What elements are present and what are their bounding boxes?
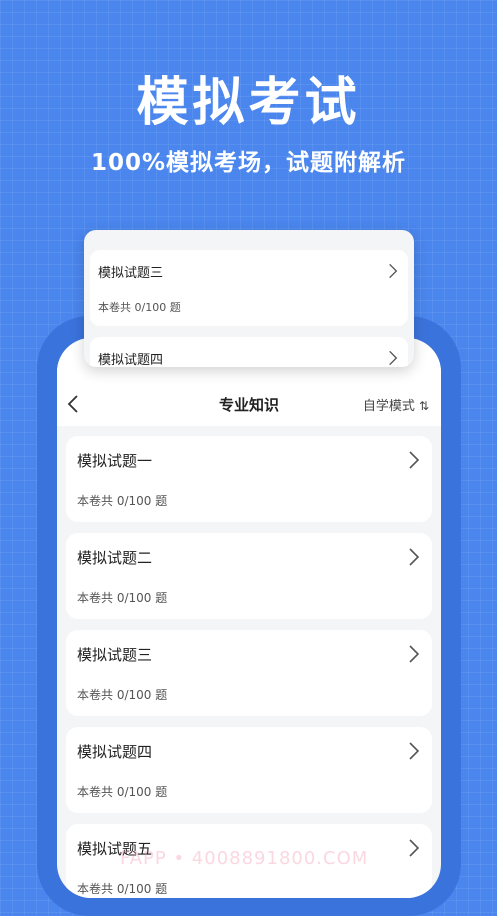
exam-item-3[interactable]: 模拟试题三 本卷共 0/100 题 xyxy=(66,630,432,716)
exam-item-count: 本卷共 0/100 题 xyxy=(98,301,181,314)
hero-title: 模拟考试 xyxy=(136,73,361,133)
zoom-popup: 模拟试题三 本卷共 0/100 题 模拟试题四 xyxy=(84,230,414,367)
exam-item-1[interactable]: 模拟试题一 本卷共 0/100 题 xyxy=(66,436,432,522)
chevron-right-icon xyxy=(409,451,420,469)
exam-item-count: 本卷共 0/100 题 xyxy=(77,785,168,799)
mode-label: 自学模式 xyxy=(362,399,415,414)
exam-item-2[interactable]: 模拟试题二 本卷共 0/100 题 xyxy=(66,533,432,619)
popup-exam-item-3[interactable]: 模拟试题三 本卷共 0/100 题 xyxy=(90,250,408,326)
phone-screen: 专业知识 自学模式 ⇅ 模拟试题一 本卷共 0/100 题 模拟试题二 本卷共 0… xyxy=(57,338,441,898)
exam-item-title: 模拟试题四 xyxy=(77,743,153,761)
chevron-right-icon xyxy=(409,742,420,760)
exam-item-title: 模拟试题二 xyxy=(77,549,153,567)
popup-exam-item-4[interactable]: 模拟试题四 xyxy=(90,337,408,367)
watermark: FAPP • 4008891800.COM xyxy=(120,848,369,869)
exam-item-count: 本卷共 0/100 题 xyxy=(77,591,168,605)
chevron-right-icon xyxy=(389,350,398,366)
mode-switch[interactable]: 自学模式 ⇅ xyxy=(363,395,429,414)
exam-item-title: 模拟试题四 xyxy=(98,353,164,367)
chevron-right-icon xyxy=(409,839,420,857)
exam-item-count: 本卷共 0/100 题 xyxy=(77,688,168,702)
sort-icon: ⇅ xyxy=(418,399,429,413)
exam-item-title: 模拟试题三 xyxy=(98,266,164,281)
exam-item-4[interactable]: 模拟试题四 本卷共 0/100 题 xyxy=(66,727,432,813)
hero-subtitle: 100%模拟考场，试题附解析 xyxy=(90,150,407,176)
chevron-right-icon xyxy=(409,645,420,663)
chevron-right-icon xyxy=(389,263,398,279)
exam-item-title: 模拟试题三 xyxy=(77,646,153,664)
exam-item-count: 本卷共 0/100 题 xyxy=(77,494,168,508)
chevron-right-icon xyxy=(409,548,420,566)
exam-item-title: 模拟试题一 xyxy=(77,452,153,470)
